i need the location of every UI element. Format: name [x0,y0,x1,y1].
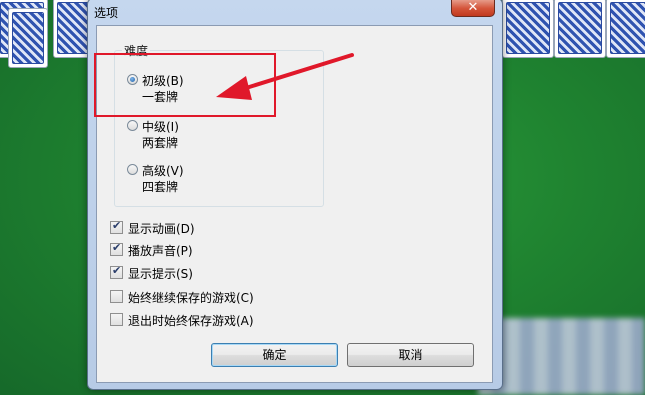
arrow-icon [216,53,354,100]
